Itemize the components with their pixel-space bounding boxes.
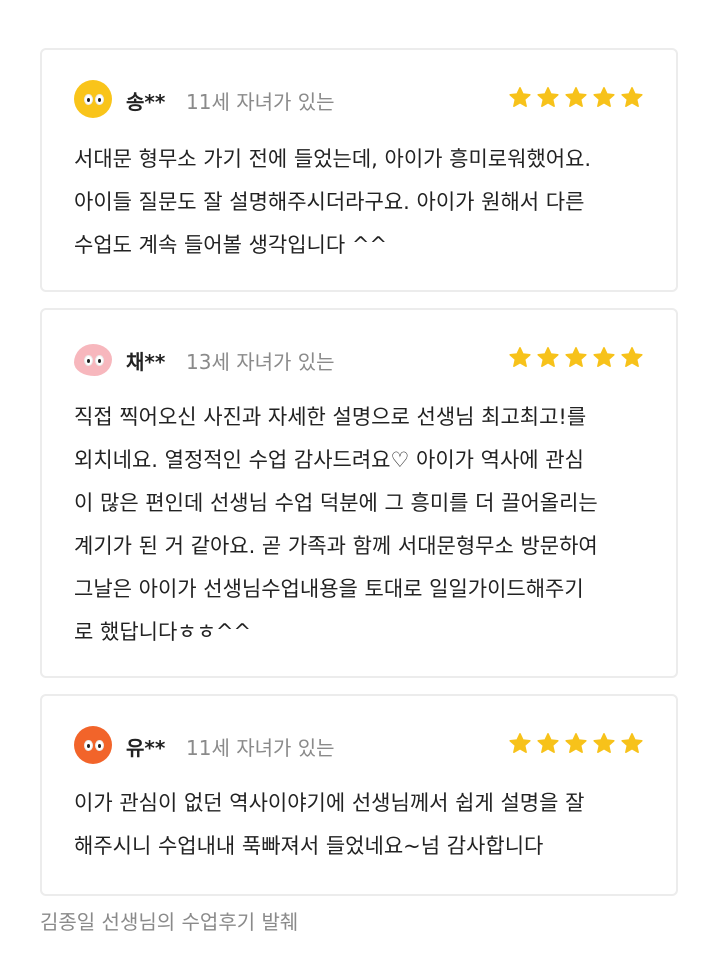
star-icon: [509, 347, 531, 367]
reviewer-name: 유**: [126, 736, 166, 760]
star-icon: [593, 347, 615, 367]
reviewer-name: 채**: [126, 350, 166, 374]
review-text: 직접 찍어오신 사진과 자세한 설명으로 선생님 최고최고!를 외치네요. 열정…: [74, 405, 598, 644]
star-icon: [593, 87, 615, 107]
review-card: 유** 11세 자녀가 있는 이가 관심이 없던 역사이야기에 선생님께서 쉽게…: [40, 694, 678, 896]
star-icon: [621, 733, 643, 753]
footer-caption: 김종일 선생님의 수업후기 발췌: [40, 910, 299, 934]
star-icon: [537, 347, 559, 367]
star-icon: [621, 87, 643, 107]
star-rating: [508, 732, 644, 758]
star-icon: [537, 87, 559, 107]
star-icon: [621, 347, 643, 367]
star-icon: [593, 733, 615, 753]
review-header: 유** 11세 자녀가 있는: [74, 726, 644, 764]
star-icon: [565, 347, 587, 367]
star-rating: [508, 346, 644, 372]
star-icon: [537, 733, 559, 753]
review-header: 송** 11세 자녀가 있는: [74, 80, 644, 118]
child-age-label: 13세 자녀가 있는: [186, 350, 335, 374]
star-icon: [565, 87, 587, 107]
reviewer-name: 송**: [126, 90, 166, 114]
orange-face-avatar-icon: [74, 726, 112, 764]
pink-blob-avatar-icon: [74, 344, 112, 376]
review-text: 이가 관심이 없던 역사이야기에 선생님께서 쉽게 설명을 잘 해주시니 수업내…: [74, 791, 585, 858]
yellow-face-avatar-icon: [74, 80, 112, 118]
review-header: 채** 13세 자녀가 있는: [74, 340, 644, 378]
child-age-label: 11세 자녀가 있는: [186, 736, 335, 760]
star-icon: [509, 87, 531, 107]
star-rating: [508, 86, 644, 112]
review-card: 송** 11세 자녀가 있는 서대문 형무소 가기 전에 들었는데, 아이가 흥…: [40, 48, 678, 292]
child-age-label: 11세 자녀가 있는: [186, 90, 335, 114]
review-text: 서대문 형무소 가기 전에 들었는데, 아이가 흥미로워했어요. 아이들 질문도…: [74, 147, 592, 257]
review-card: 채** 13세 자녀가 있는 직접 찍어오신 사진과 자세한 설명으로 선생님 …: [40, 308, 678, 678]
star-icon: [565, 733, 587, 753]
star-icon: [509, 733, 531, 753]
